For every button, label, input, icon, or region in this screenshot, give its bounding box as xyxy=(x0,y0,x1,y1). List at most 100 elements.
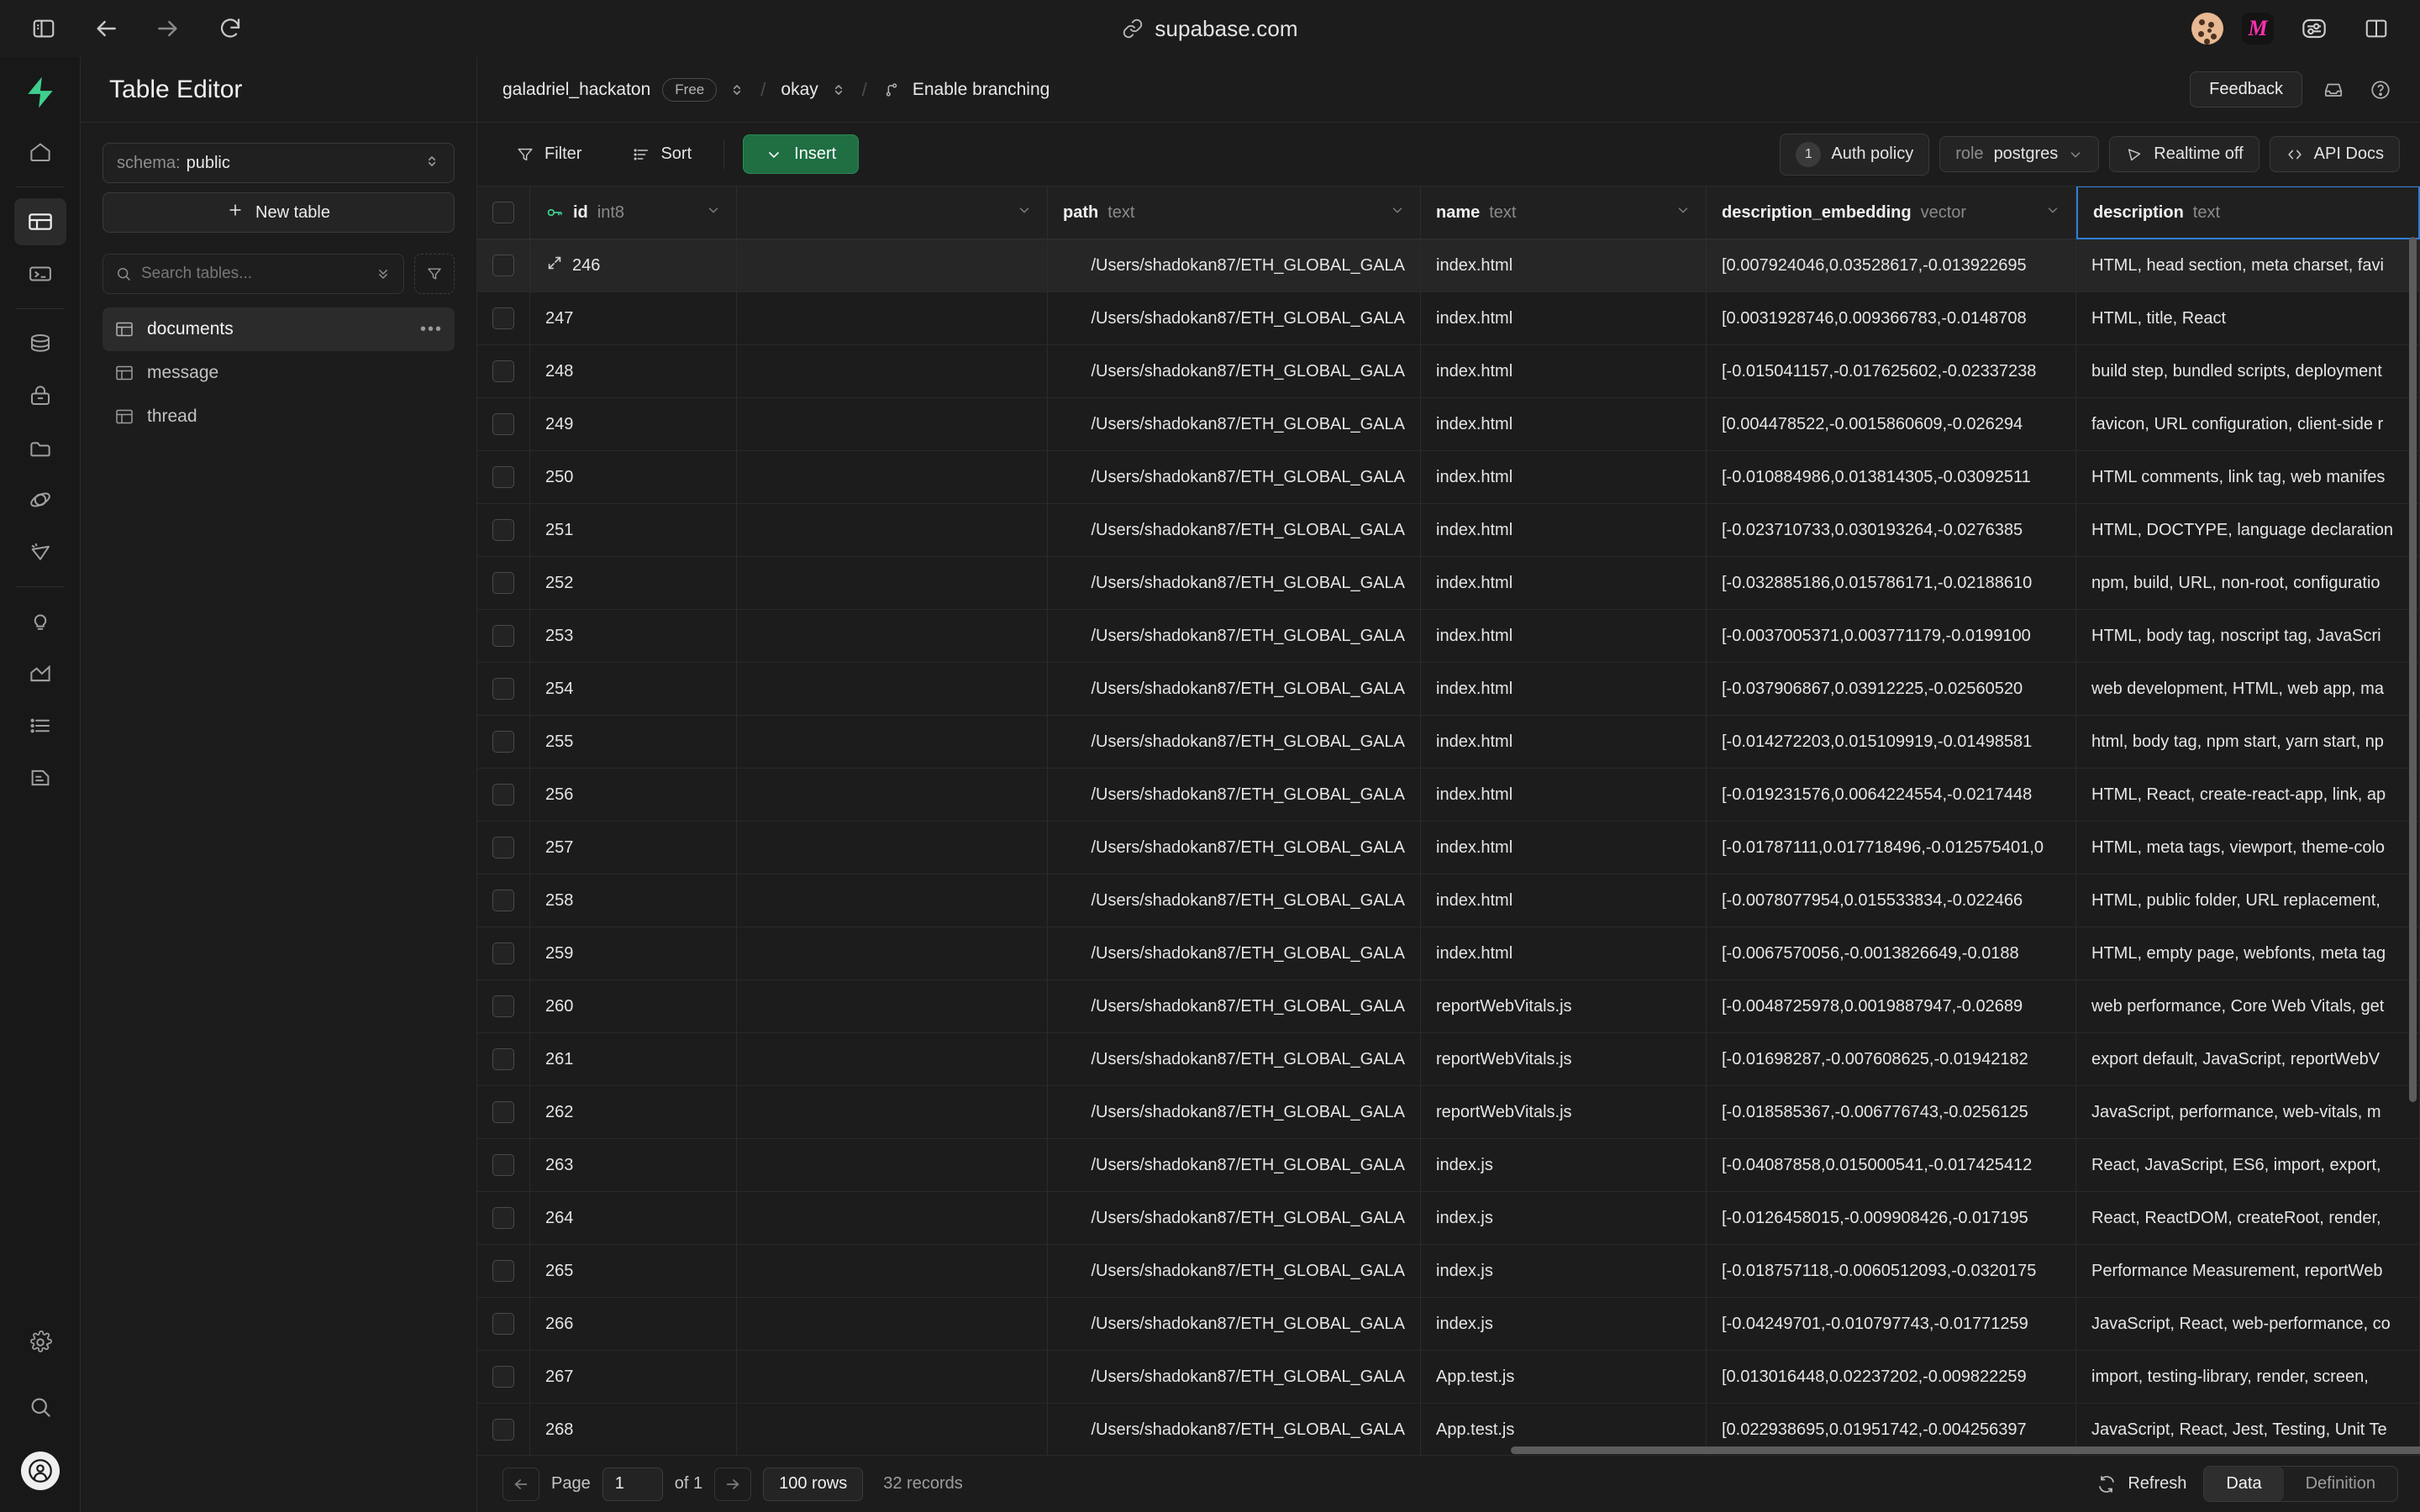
row-checkbox[interactable] xyxy=(477,239,530,291)
cell-blank[interactable] xyxy=(737,1086,1048,1138)
cell-blank[interactable] xyxy=(737,1192,1048,1244)
rail-item-database[interactable] xyxy=(14,320,66,367)
cell-id[interactable]: 259 xyxy=(530,927,737,979)
page-input[interactable]: 1 xyxy=(602,1467,663,1501)
cell-description[interactable]: HTML, meta tags, viewport, theme-colo xyxy=(2076,822,2420,874)
row-checkbox[interactable] xyxy=(477,663,530,715)
table-filter-button[interactable] xyxy=(414,254,455,294)
cell-description-embedding[interactable]: [-0.0037005371,0.003771179,-0.0199100 xyxy=(1707,610,2076,662)
cell-blank[interactable] xyxy=(737,345,1048,397)
row-checkbox[interactable] xyxy=(477,398,530,450)
row-checkbox[interactable] xyxy=(477,451,530,503)
cell-blank[interactable] xyxy=(737,1351,1048,1403)
horizontal-scrollbar[interactable] xyxy=(477,1443,2420,1455)
cell-blank[interactable] xyxy=(737,292,1048,344)
cell-blank[interactable] xyxy=(737,822,1048,874)
row-checkbox[interactable] xyxy=(477,1298,530,1350)
chevron-down-icon[interactable] xyxy=(1017,202,1032,223)
row-checkbox[interactable] xyxy=(477,716,530,768)
chevron-down-icon[interactable] xyxy=(1390,202,1405,223)
cell-name[interactable]: index.html xyxy=(1421,716,1707,768)
table-row[interactable]: 249/Users/shadokan87/ETH_GLOBAL_GALA inde… xyxy=(477,398,2420,451)
row-checkbox[interactable] xyxy=(477,557,530,609)
cell-description[interactable]: HTML, empty page, webfonts, meta tag xyxy=(2076,927,2420,979)
cell-name[interactable]: index.html xyxy=(1421,874,1707,927)
cell-blank[interactable] xyxy=(737,1033,1048,1085)
checkbox[interactable] xyxy=(492,995,514,1017)
checkbox[interactable] xyxy=(492,1366,514,1388)
cell-path[interactable]: /Users/shadokan87/ETH_GLOBAL_GALA xyxy=(1048,398,1421,450)
checkbox[interactable] xyxy=(492,413,514,435)
cell-path[interactable]: /Users/shadokan87/ETH_GLOBAL_GALA xyxy=(1048,1192,1421,1244)
row-checkbox[interactable] xyxy=(477,822,530,874)
cell-path[interactable]: /Users/shadokan87/ETH_GLOBAL_GALA xyxy=(1048,1139,1421,1191)
breadcrumb-branch[interactable]: okay xyxy=(781,80,818,100)
table-row[interactable]: 247/Users/shadokan87/ETH_GLOBAL_GALA inde… xyxy=(477,292,2420,345)
cell-id[interactable]: 251 xyxy=(530,504,737,556)
rail-item-table-editor[interactable] xyxy=(13,198,66,245)
cell-description-embedding[interactable]: [-0.0048725978,0.0019887947,-0.02689 xyxy=(1707,980,2076,1032)
insert-button[interactable]: Insert xyxy=(743,134,860,174)
forward-arrow-icon[interactable] xyxy=(146,7,190,50)
cell-name[interactable]: index.html xyxy=(1421,451,1707,503)
row-checkbox[interactable] xyxy=(477,1139,530,1191)
cell-id[interactable]: 250 xyxy=(530,451,737,503)
cell-blank[interactable] xyxy=(737,716,1048,768)
cell-blank[interactable] xyxy=(737,769,1048,821)
cell-path[interactable]: /Users/shadokan87/ETH_GLOBAL_GALA xyxy=(1048,1245,1421,1297)
cell-id[interactable]: 255 xyxy=(530,716,737,768)
new-table-button[interactable]: New table xyxy=(103,192,455,233)
search-icon[interactable] xyxy=(14,1383,66,1431)
cell-name[interactable]: index.html xyxy=(1421,663,1707,715)
rail-item-auth[interactable] xyxy=(14,372,66,419)
cell-name[interactable]: index.html xyxy=(1421,822,1707,874)
cell-blank[interactable] xyxy=(737,239,1048,291)
row-checkbox[interactable] xyxy=(477,345,530,397)
cell-blank[interactable] xyxy=(737,663,1048,715)
cell-id[interactable]: 265 xyxy=(530,1245,737,1297)
table-row[interactable]: 250/Users/shadokan87/ETH_GLOBAL_GALA inde… xyxy=(477,451,2420,504)
table-row[interactable]: 265/Users/shadokan87/ETH_GLOBAL_GALA inde… xyxy=(477,1245,2420,1298)
cell-path[interactable]: /Users/shadokan87/ETH_GLOBAL_GALA xyxy=(1048,504,1421,556)
rail-item-reports[interactable] xyxy=(14,650,66,697)
cell-description[interactable]: HTML, React, create-react-app, link, ap xyxy=(2076,769,2420,821)
sidebar-toggle-icon[interactable] xyxy=(22,7,66,50)
rail-item-api-docs[interactable] xyxy=(14,754,66,801)
sliders-extension-icon[interactable] xyxy=(2292,7,2336,50)
checkbox[interactable] xyxy=(492,890,514,911)
cell-id[interactable]: 253 xyxy=(530,610,737,662)
cell-description-embedding[interactable]: [-0.037906867,0.03912225,-0.02560520 xyxy=(1707,663,2076,715)
back-arrow-icon[interactable] xyxy=(84,7,128,50)
chevron-down-icon[interactable] xyxy=(1676,202,1691,223)
cell-id[interactable]: 260 xyxy=(530,980,737,1032)
checkbox[interactable] xyxy=(492,1260,514,1282)
table-row[interactable]: 252/Users/shadokan87/ETH_GLOBAL_GALA inde… xyxy=(477,557,2420,610)
row-checkbox[interactable] xyxy=(477,927,530,979)
checkbox[interactable] xyxy=(492,678,514,700)
cell-description-embedding[interactable]: [0.0031928746,0.009366783,-0.0148708 xyxy=(1707,292,2076,344)
cell-description-embedding[interactable]: [0.007924046,0.03528617,-0.013922695 xyxy=(1707,239,2076,291)
table-row[interactable]: 255/Users/shadokan87/ETH_GLOBAL_GALA inde… xyxy=(477,716,2420,769)
search-tables-input[interactable]: Search tables... xyxy=(103,254,404,294)
scrollbar-thumb[interactable] xyxy=(1511,1446,2420,1454)
user-avatar[interactable] xyxy=(20,1452,60,1490)
cell-id[interactable]: 262 xyxy=(530,1086,737,1138)
table-row[interactable]: 248/Users/shadokan87/ETH_GLOBAL_GALA inde… xyxy=(477,345,2420,398)
checkbox[interactable] xyxy=(492,1101,514,1123)
checkbox[interactable] xyxy=(492,942,514,964)
rail-item-home[interactable] xyxy=(14,129,66,176)
table-row[interactable]: 254/Users/shadokan87/ETH_GLOBAL_GALA inde… xyxy=(477,663,2420,716)
table-row[interactable]: 267/Users/shadokan87/ETH_GLOBAL_GALA App.… xyxy=(477,1351,2420,1404)
cell-description[interactable]: React, JavaScript, ES6, import, export, xyxy=(2076,1139,2420,1191)
cell-name[interactable]: index.html xyxy=(1421,769,1707,821)
cell-description[interactable]: JavaScript, performance, web-vitals, m xyxy=(2076,1086,2420,1138)
row-checkbox[interactable] xyxy=(477,1192,530,1244)
table-row[interactable]: 256/Users/shadokan87/ETH_GLOBAL_GALA inde… xyxy=(477,769,2420,822)
cell-id[interactable]: 263 xyxy=(530,1139,737,1191)
cell-blank[interactable] xyxy=(737,398,1048,450)
table-item-documents[interactable]: documents ••• xyxy=(103,307,455,351)
cell-description[interactable]: html, body tag, npm start, yarn start, n… xyxy=(2076,716,2420,768)
table-row[interactable]: 246/Users/shadokan87/ETH_GLOBAL_GALA inde… xyxy=(477,239,2420,292)
split-view-icon[interactable] xyxy=(2354,7,2398,50)
table-item-menu-icon[interactable]: ••• xyxy=(420,320,443,339)
